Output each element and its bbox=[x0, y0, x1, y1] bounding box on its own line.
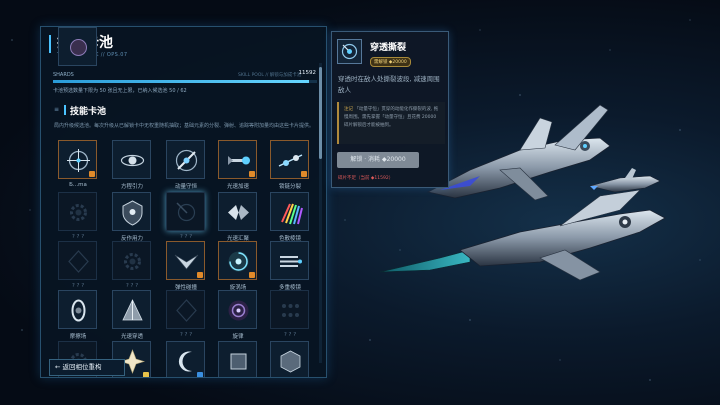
card-badge bbox=[249, 272, 255, 278]
note-tag: 注记 bbox=[344, 107, 353, 112]
unlock-button[interactable]: 解锁 · 消耗 ◆20000 bbox=[337, 152, 419, 168]
skill-card[interactable] bbox=[58, 290, 97, 329]
skill-card-label: ? ? ? bbox=[71, 234, 85, 240]
skill-card[interactable] bbox=[112, 241, 151, 280]
gear-icon bbox=[124, 253, 141, 270]
small-spaceship bbox=[589, 168, 661, 193]
skill-pool-panel: 技能卡池 TACTICAL LINK // OPS.07 SHARDS SKIL… bbox=[40, 26, 327, 378]
skill-card-label: 锁链分裂 bbox=[278, 184, 301, 190]
skill-card[interactable] bbox=[112, 140, 151, 179]
skill-card[interactable] bbox=[58, 241, 97, 280]
skill-card-label: ? ? ? bbox=[125, 283, 139, 289]
skill-card[interactable] bbox=[166, 140, 205, 179]
panel-scrollbar[interactable] bbox=[319, 63, 322, 363]
detail-skill-icon bbox=[337, 39, 362, 64]
skill-card-label: 动量守恒 bbox=[174, 184, 197, 190]
shard-progress-bar bbox=[53, 80, 317, 83]
pierce-icon bbox=[176, 202, 196, 222]
card-badge bbox=[143, 372, 149, 377]
card-badge bbox=[301, 171, 307, 177]
shard-label: SHARDS bbox=[53, 72, 74, 78]
pool-info-text: 卡池预选数量下限为 50 张且无上限，已纳入候选池 50 / 62 bbox=[53, 88, 187, 94]
gyro-icon bbox=[175, 149, 198, 172]
diamond-icon bbox=[176, 299, 197, 322]
skill-card[interactable] bbox=[218, 140, 257, 179]
skill-card[interactable] bbox=[112, 290, 151, 329]
skill-card[interactable] bbox=[58, 27, 97, 66]
skill-card-label: ? ? ? bbox=[283, 332, 297, 338]
skill-card[interactable] bbox=[270, 192, 309, 231]
skill-card[interactable] bbox=[218, 290, 257, 329]
orbit-icon bbox=[120, 154, 145, 167]
section-menu-icon: ≡ bbox=[54, 106, 60, 113]
card-badge bbox=[197, 272, 203, 278]
scroll-thumb[interactable] bbox=[319, 67, 322, 159]
skill-card-label: 摩擦场 bbox=[69, 334, 87, 340]
card-badge bbox=[197, 372, 203, 377]
vortex-icon bbox=[228, 300, 249, 321]
skill-card-label: Б...ma bbox=[69, 182, 87, 188]
skill-card[interactable] bbox=[270, 140, 309, 179]
skill-card-label: ? ? ? bbox=[179, 332, 193, 338]
skill-detail-card: 穿透撕裂 需解锁 ◆20000 穿透时在敌人处撕裂波段, 减速周围敌人 注记 「… bbox=[331, 31, 449, 188]
skill-card-label: 光速穿透 bbox=[120, 334, 143, 340]
note-body: 「动量守恒」贯穿的动能化作撕裂的波, 拖慢周围。需先掌握「动量守恒」且花费 20… bbox=[344, 107, 439, 128]
skill-card[interactable] bbox=[270, 341, 309, 377]
section-description: 局内升级候选池。每次升级从已解锁卡中无权重随机抽取；基础元素的分裂、弹射、追踪等… bbox=[54, 123, 315, 129]
core-icon bbox=[70, 39, 87, 56]
skill-card[interactable] bbox=[166, 290, 205, 329]
skill-card[interactable] bbox=[218, 241, 257, 280]
skill-card[interactable] bbox=[58, 140, 97, 179]
skill-card[interactable] bbox=[58, 192, 97, 231]
detail-description: 穿透时在敌人处撕裂波段, 减速周围敌人 bbox=[338, 75, 440, 94]
title-accent-bar bbox=[49, 35, 51, 53]
gear-icon bbox=[70, 204, 87, 221]
skill-card[interactable] bbox=[218, 192, 257, 231]
card-badge bbox=[89, 171, 95, 177]
detail-skill-name: 穿透撕裂 bbox=[370, 43, 407, 53]
pyramid-icon bbox=[122, 299, 143, 321]
diamond-icon bbox=[68, 250, 89, 273]
skill-card[interactable] bbox=[112, 192, 151, 231]
shard-pool-label: SKILL POOL // 解锁与加成卡池 bbox=[238, 73, 302, 78]
lens-icon bbox=[71, 299, 86, 322]
back-button[interactable]: ← 返回相位重构 bbox=[49, 359, 125, 376]
dots-icon bbox=[282, 304, 299, 317]
skill-card-label: 光速加速 bbox=[226, 184, 249, 190]
skill-card[interactable] bbox=[270, 290, 309, 329]
skill-card-label: ? ? ? bbox=[71, 283, 85, 289]
card-badge bbox=[249, 171, 255, 177]
skill-card-label: ? ? ? bbox=[179, 234, 193, 240]
pierce-icon bbox=[341, 43, 358, 60]
shield-icon bbox=[122, 200, 143, 226]
detail-note: 注记 「动量守恒」贯穿的动能化作撕裂的波, 拖慢周围。需先掌握「动量守恒」且花费… bbox=[337, 102, 445, 144]
chip-icon bbox=[230, 353, 247, 370]
skill-card[interactable] bbox=[166, 241, 205, 280]
unlock-cost-badge: 需解锁 ◆20000 bbox=[370, 57, 411, 67]
lower-spaceship bbox=[379, 189, 666, 281]
rainbow-icon bbox=[281, 203, 303, 225]
section-title: 技能卡池 bbox=[70, 107, 107, 117]
section-accent-bar bbox=[64, 105, 66, 115]
upper-spaceship bbox=[426, 104, 611, 201]
skill-card-label: 方程引力 bbox=[120, 184, 143, 190]
note-text: 注记 「动量守恒」贯穿的动能化作撕裂的波, 拖慢周围。需先掌握「动量守恒」且花费… bbox=[344, 106, 441, 130]
skill-card[interactable] bbox=[166, 341, 205, 377]
shard-count: 11592 bbox=[298, 70, 317, 76]
insufficient-shards-warning: 碎片不足（当前 ◆11592） bbox=[338, 176, 394, 181]
skill-card[interactable] bbox=[270, 241, 309, 280]
prism-icon bbox=[228, 205, 249, 220]
shard-progress-fill bbox=[53, 80, 310, 83]
cube-icon bbox=[280, 350, 301, 373]
missile-icon bbox=[280, 256, 302, 267]
skill-card-label: 旋律 bbox=[232, 334, 244, 340]
skill-card[interactable] bbox=[218, 341, 257, 377]
skill-card[interactable] bbox=[166, 192, 205, 231]
